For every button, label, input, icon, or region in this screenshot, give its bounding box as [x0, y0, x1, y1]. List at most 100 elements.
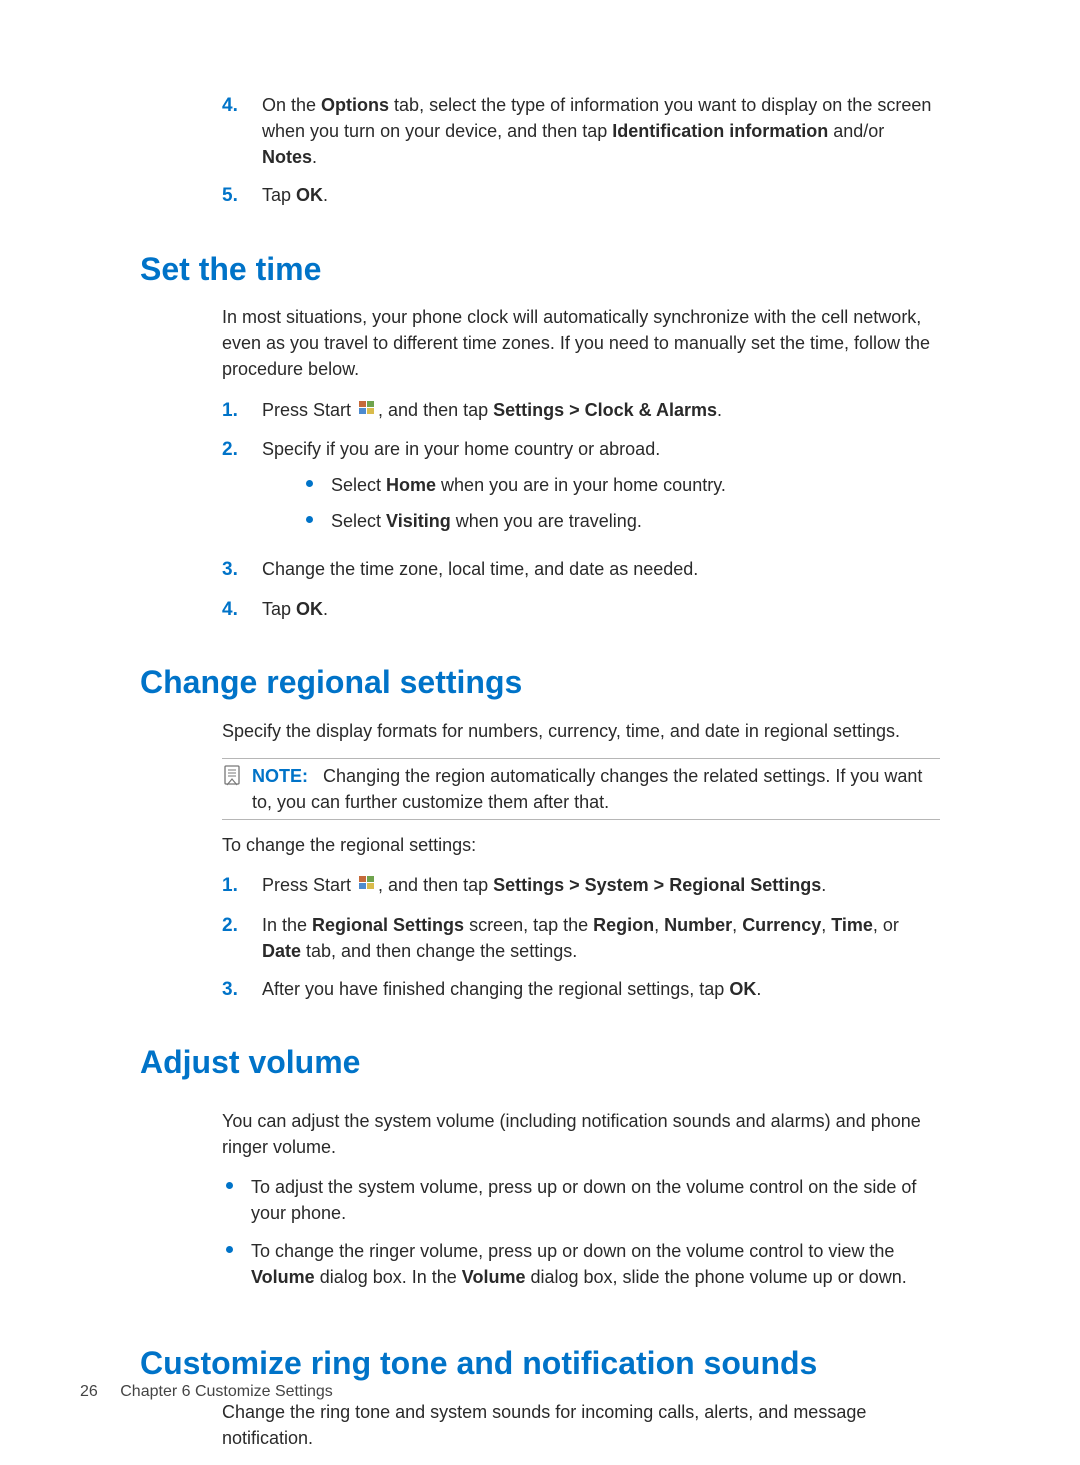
text: dialog box, slide the phone volume up or…: [525, 1267, 906, 1287]
chapter-label: Chapter 6 Customize Settings: [120, 1383, 333, 1400]
text: After you have finished changing the reg…: [262, 979, 729, 999]
step-4: 4. On the Options tab, select the type o…: [222, 92, 940, 170]
bold-options: Options: [321, 95, 389, 115]
bold-regset: Regional Settings: [312, 915, 464, 935]
bold-path: Settings > Clock & Alarms: [493, 400, 717, 420]
note-box: NOTE: Changing the region automatically …: [222, 758, 940, 820]
step-number: 1.: [222, 872, 244, 900]
time-step-1: 1. Press Start , and then tap Settings >…: [222, 397, 940, 425]
paragraph: In most situations, your phone clock wil…: [222, 304, 940, 382]
bullet-dot: [226, 1182, 233, 1189]
bullet-visiting: Select Visiting when you are traveling.: [306, 508, 940, 534]
text: and/or: [828, 121, 884, 141]
text: Select: [331, 475, 386, 495]
heading-set-the-time: Set the time: [140, 246, 940, 292]
bullet-home: Select Home when you are in your home co…: [306, 472, 940, 498]
text: .: [821, 875, 826, 895]
bullet-text: Select Home when you are in your home co…: [331, 472, 726, 498]
regional-step-1: 1. Press Start , and then tap Settings >…: [222, 872, 940, 900]
text: Select: [331, 511, 386, 531]
paragraph: Specify the display formats for numbers,…: [222, 718, 940, 744]
heading-volume: Adjust volume: [140, 1039, 940, 1085]
note-icon: [222, 765, 242, 794]
text: Tap: [262, 599, 296, 619]
text: In the: [262, 915, 312, 935]
text: .: [756, 979, 761, 999]
step-body: Change the time zone, local time, and da…: [262, 556, 940, 582]
step-number: 3.: [222, 976, 244, 1004]
text: On the: [262, 95, 321, 115]
bold-region: Region: [593, 915, 654, 935]
text: , and then tap: [378, 875, 493, 895]
step-body: Press Start , and then tap Settings > Cl…: [262, 397, 940, 424]
bold-ok: OK: [296, 599, 323, 619]
time-step-2: 2. Specify if you are in your home count…: [222, 436, 940, 544]
bold-currency: Currency: [742, 915, 821, 935]
step-body: Specify if you are in your home country …: [262, 436, 940, 544]
paragraph: To change the regional settings:: [222, 832, 940, 858]
step-number: 4.: [222, 596, 244, 624]
text: Specify if you are in your home country …: [262, 439, 660, 459]
bold-visiting: Visiting: [386, 511, 451, 531]
paragraph: Change the ring tone and system sounds f…: [222, 1399, 940, 1451]
bold-ok: OK: [729, 979, 756, 999]
text: when you are in your home country.: [436, 475, 726, 495]
bold-number: Number: [664, 915, 732, 935]
step-number: 4.: [222, 92, 244, 120]
bold-home: Home: [386, 475, 436, 495]
page-number: 26: [80, 1383, 98, 1400]
bullet-dot: [306, 516, 313, 523]
bold-ok: OK: [296, 185, 323, 205]
text: .: [312, 147, 317, 167]
time-step-3: 3. Change the time zone, local time, and…: [222, 556, 940, 584]
step-body: Tap OK.: [262, 182, 940, 208]
note-content: NOTE: Changing the region automatically …: [252, 763, 940, 815]
text: screen, tap the: [464, 915, 593, 935]
text: Press Start: [262, 400, 356, 420]
step-number: 2.: [222, 912, 244, 940]
text: .: [717, 400, 722, 420]
text: dialog box. In the: [315, 1267, 462, 1287]
bullet-system-volume: To adjust the system volume, press up or…: [226, 1174, 940, 1226]
text: , or: [873, 915, 899, 935]
bold-notes: Notes: [262, 147, 312, 167]
step-number: 1.: [222, 397, 244, 425]
bold-idinfo: Identification information: [612, 121, 828, 141]
text: when you are traveling.: [451, 511, 642, 531]
note-label: NOTE:: [252, 766, 308, 786]
sub-bullets: Select Home when you are in your home co…: [306, 472, 940, 534]
text: ,: [821, 915, 831, 935]
bold-date: Date: [262, 941, 301, 961]
bold-volume: Volume: [251, 1267, 315, 1287]
bullet-dot: [226, 1246, 233, 1253]
paragraph: You can adjust the system volume (includ…: [222, 1108, 940, 1160]
note-text: [313, 766, 323, 786]
start-icon: [358, 397, 376, 423]
volume-bullets: To adjust the system volume, press up or…: [226, 1174, 940, 1290]
bullet-ringer-volume: To change the ringer volume, press up or…: [226, 1238, 940, 1290]
regional-step-2: 2. In the Regional Settings screen, tap …: [222, 912, 940, 964]
text: Tap: [262, 185, 296, 205]
start-icon: [358, 872, 376, 898]
text: , and then tap: [378, 400, 493, 420]
step-body: On the Options tab, select the type of i…: [262, 92, 940, 170]
page-footer: 26 Chapter 6 Customize Settings: [80, 1380, 333, 1403]
bullet-dot: [306, 480, 313, 487]
note-text: Changing the region automatically change…: [252, 766, 922, 812]
step-5: 5. Tap OK.: [222, 182, 940, 210]
time-step-4: 4. Tap OK.: [222, 596, 940, 624]
bold-path: Settings > System > Regional Settings: [493, 875, 821, 895]
bullet-text: Select Visiting when you are traveling.: [331, 508, 642, 534]
text: Press Start: [262, 875, 356, 895]
step-body: Tap OK.: [262, 596, 940, 622]
text: .: [323, 599, 328, 619]
bold-time: Time: [831, 915, 873, 935]
bullet-text: To change the ringer volume, press up or…: [251, 1238, 940, 1290]
text: ,: [732, 915, 742, 935]
text: .: [323, 185, 328, 205]
step-number: 3.: [222, 556, 244, 584]
step-number: 2.: [222, 436, 244, 464]
regional-step-3: 3. After you have finished changing the …: [222, 976, 940, 1004]
step-body: Press Start , and then tap Settings > Sy…: [262, 872, 940, 899]
heading-regional: Change regional settings: [140, 659, 940, 705]
